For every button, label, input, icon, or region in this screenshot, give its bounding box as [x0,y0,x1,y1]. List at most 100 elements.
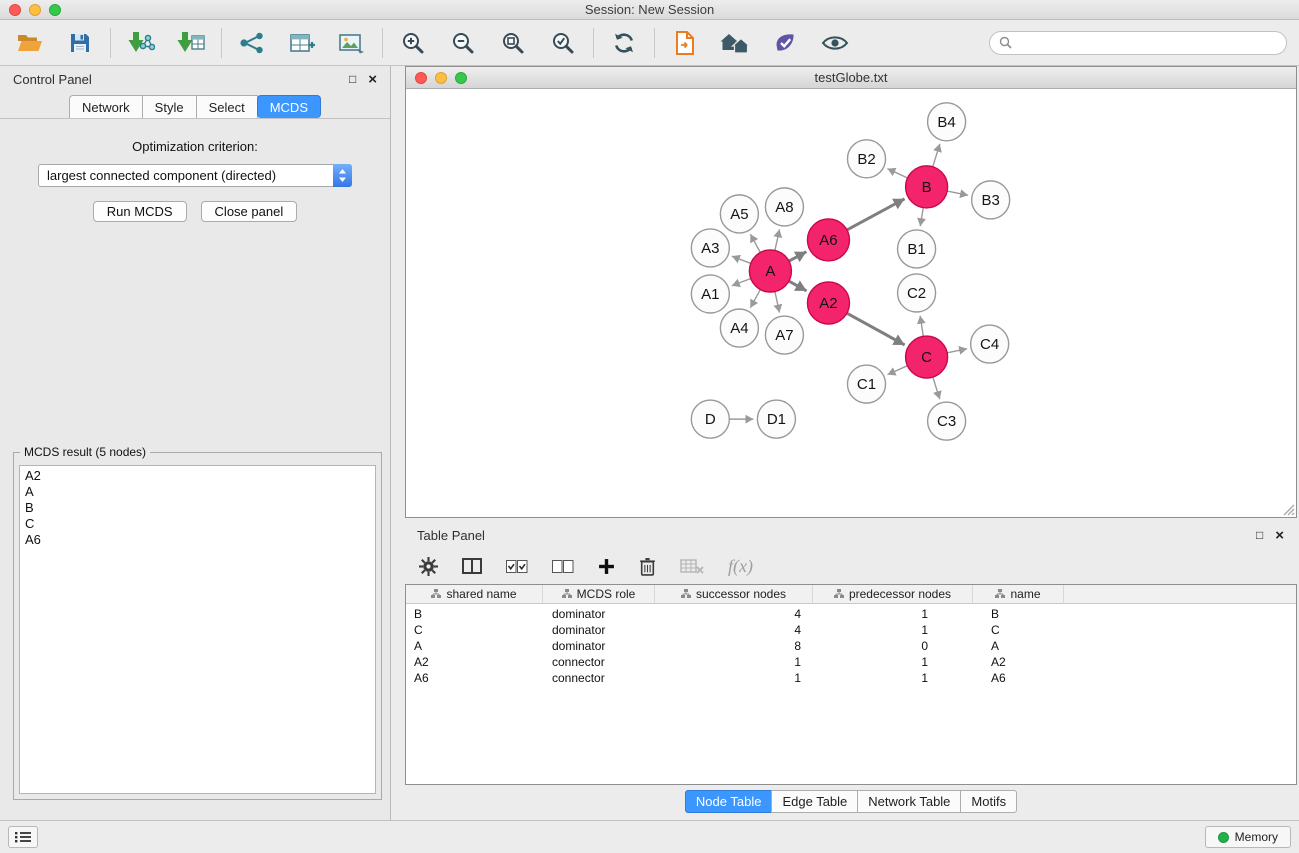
search-field[interactable] [989,31,1287,55]
column-header-mcds-role[interactable]: MCDS role [543,585,655,604]
add-column-button[interactable] [598,551,615,581]
graph-edge-B-B1[interactable] [920,208,923,227]
tab-edge-table[interactable]: Edge Table [771,790,858,813]
open-session-button[interactable] [14,26,46,60]
graph-node-A3[interactable]: A3 [691,229,729,267]
mcds-result-item[interactable]: A2 [20,468,375,484]
zoom-in-button[interactable] [397,26,429,60]
graph-node-D[interactable]: D [691,400,729,438]
select-all-button[interactable] [506,551,528,581]
graph-edge-C-C4[interactable] [947,349,967,353]
graph-node-A5[interactable]: A5 [720,195,758,233]
table-row[interactable]: Adominator80A [406,638,1296,654]
graph-node-B4[interactable]: B4 [928,103,966,141]
function-builder-button[interactable]: f(x) [728,551,753,581]
save-session-button[interactable] [64,26,96,60]
graph-edge-A-A3[interactable] [732,256,751,263]
graph-node-A7[interactable]: A7 [765,316,803,354]
column-header-shared-name[interactable]: shared name [406,585,543,604]
graph-node-B3[interactable]: B3 [972,181,1010,219]
tab-style[interactable]: Style [142,95,197,118]
optimization-criterion-select[interactable]: largest connected component (directed) [38,164,352,187]
graph-node-D1[interactable]: D1 [757,400,795,438]
graph-edge-B-B2[interactable] [887,169,907,178]
graph-node-B[interactable]: B [906,166,948,208]
close-panel-button[interactable]: × [368,72,377,87]
zoom-out-button[interactable] [447,26,479,60]
graph-node-B1[interactable]: B1 [898,230,936,268]
eye-button[interactable] [819,26,851,60]
network-canvas[interactable]: A A2 A6 B C A1 A3 A4 A5 A7 A8 B1 B2 B3 B4 C1 C2 C3 C4 D D1 [406,89,1296,517]
table-row[interactable]: Cdominator41C [406,622,1296,638]
table-settings-button[interactable] [419,551,438,581]
graph-node-A[interactable]: A [749,250,791,292]
graph-edge-A-A4[interactable] [750,289,760,307]
tab-network[interactable]: Network [69,95,143,118]
graph-node-C3[interactable]: C3 [928,402,966,440]
float-panel-button[interactable]: □ [349,73,356,85]
graph-edge-A2-C[interactable] [847,313,905,345]
network-minimize-button[interactable] [435,72,447,84]
network-window-titlebar[interactable]: testGlobe.txt [406,67,1296,89]
graph-node-C4[interactable]: C4 [971,325,1009,363]
tab-network-table[interactable]: Network Table [857,790,961,813]
graph-edge-A-A2[interactable] [789,281,807,291]
graph-node-B2[interactable]: B2 [847,140,885,178]
float-table-panel-button[interactable]: □ [1256,529,1263,541]
minimize-window-button[interactable] [29,4,41,16]
memory-button[interactable]: Memory [1205,826,1291,848]
tab-node-table[interactable]: Node Table [685,790,773,813]
validate-button[interactable] [769,26,801,60]
graph-edge-A-A8[interactable] [775,229,780,250]
graph-node-A1[interactable]: A1 [691,275,729,313]
refresh-button[interactable] [608,26,640,60]
delete-table-button[interactable] [680,551,704,581]
graph-node-C2[interactable]: C2 [898,274,936,312]
graph-edge-A6-B[interactable] [847,199,905,230]
table-row[interactable]: Bdominator41B [406,606,1296,622]
graph-node-A6[interactable]: A6 [807,219,849,261]
zoom-fit-button[interactable] [497,26,529,60]
column-header-predecessor-nodes[interactable]: predecessor nodes [813,585,973,604]
report-button[interactable] [669,26,701,60]
network-maximize-button[interactable] [455,72,467,84]
graph-node-C[interactable]: C [906,336,948,378]
search-input[interactable] [1017,35,1277,51]
graph-node-A2[interactable]: A2 [807,282,849,324]
graph-node-C1[interactable]: C1 [847,365,885,403]
close-panel-button-2[interactable]: Close panel [201,201,298,222]
close-window-button[interactable] [9,4,21,16]
graph-edge-C-C1[interactable] [888,366,908,375]
export-image-button[interactable] [336,26,368,60]
tab-mcds[interactable]: MCDS [257,95,321,118]
zoom-selected-button[interactable] [547,26,579,60]
graph-node-A8[interactable]: A8 [765,188,803,226]
table-row[interactable]: A2connector11A2 [406,654,1296,670]
graph-edge-A-A1[interactable] [732,278,751,285]
table-row[interactable]: A6connector11A6 [406,670,1296,686]
graph-edge-C-C3[interactable] [933,377,940,399]
column-header-name[interactable]: name [973,585,1064,604]
graph-edge-B-B3[interactable] [947,191,968,195]
maximize-window-button[interactable] [49,4,61,16]
tab-select[interactable]: Select [196,95,258,118]
import-table-button[interactable] [175,26,207,60]
graph-edge-A-A6[interactable] [789,252,806,261]
graph-node-A4[interactable]: A4 [720,309,758,347]
resize-grip-icon[interactable] [1282,503,1295,516]
close-table-panel-button[interactable]: × [1275,528,1284,543]
tab-motifs[interactable]: Motifs [960,790,1017,813]
mcds-result-item[interactable]: A [20,484,375,500]
new-table-button[interactable] [286,26,318,60]
mcds-result-item[interactable]: C [20,516,375,532]
deselect-all-button[interactable] [552,551,574,581]
mcds-result-list[interactable]: A2ABCA6 [19,465,376,794]
graph-edge-A-A5[interactable] [750,234,760,252]
show-columns-button[interactable] [462,551,482,581]
show-panels-button[interactable] [8,826,38,848]
run-mcds-button[interactable]: Run MCDS [93,201,187,222]
new-network-button[interactable] [236,26,268,60]
mcds-result-item[interactable]: B [20,500,375,516]
graph-edge-A-A7[interactable] [775,292,780,313]
column-header-successor-nodes[interactable]: successor nodes [655,585,813,604]
